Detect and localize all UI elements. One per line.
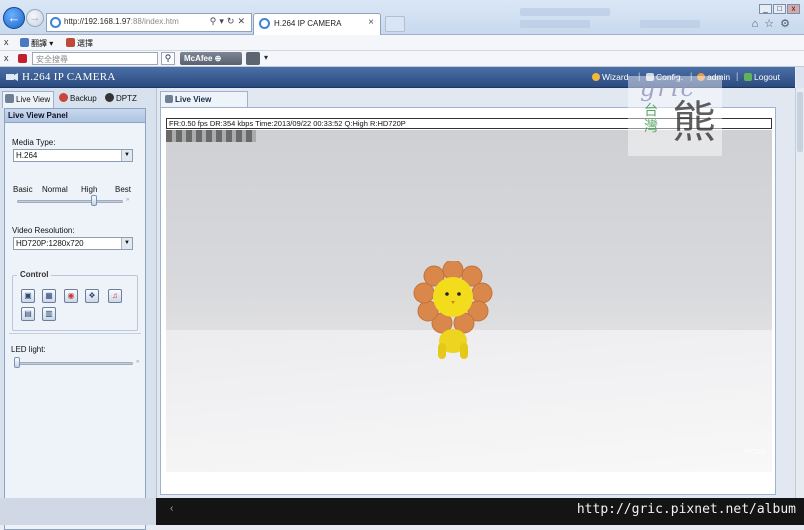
led-light-label: LED light: — [11, 345, 46, 354]
ie-icon — [259, 18, 270, 29]
record-button[interactable]: ◉ — [64, 289, 78, 303]
dptz-icon — [105, 93, 114, 102]
translate-button[interactable]: 翻譯 ▾ — [20, 38, 53, 49]
backup-icon — [59, 93, 68, 102]
close-toolbar-icon[interactable]: x — [4, 37, 9, 47]
tab-live-view-main[interactable]: Live View — [160, 91, 248, 107]
wall-shadow — [166, 130, 256, 142]
mcafee-toolbar: x 安全搜尋 ⚲ McAfee ⊕ ▾ — [0, 51, 804, 67]
resolution-label: Video Resolution: — [12, 226, 75, 235]
settings-gear-icon[interactable]: ⚙ — [780, 18, 796, 30]
snapshot-button[interactable]: ▣ — [21, 289, 35, 303]
browser-tab[interactable]: H.264 IP CAMERA × — [253, 13, 381, 35]
address-controls[interactable]: ⚲▾↻✕ — [210, 16, 248, 27]
quality-slider[interactable] — [17, 200, 123, 203]
quality-label-basic: Basic — [13, 185, 33, 194]
back-button[interactable]: ← — [3, 7, 25, 29]
quality-label-best: Best — [115, 185, 132, 194]
live-view-panel: Live View Panel Media Type: H.264 ▼ Basic… — [4, 108, 146, 530]
chevron-down-icon[interactable]: ▾ — [264, 53, 268, 62]
camera-icon — [165, 95, 173, 103]
forward-button[interactable]: → — [26, 9, 44, 27]
blurred-tab-area — [520, 8, 610, 16]
scrollbar-top-icon — [796, 67, 804, 88]
select-button[interactable]: 選擇 — [66, 38, 93, 49]
window-controls: _ □ x — [758, 2, 800, 14]
quality-label-high: High — [81, 185, 98, 194]
zoom-button[interactable]: ❖ — [85, 289, 99, 303]
divider — [9, 333, 141, 334]
close-toolbar-icon[interactable]: x — [4, 53, 9, 63]
album-url: http://gric.pixnet.net/album — [576, 502, 796, 517]
fullscreen-button[interactable]: ▦ — [42, 289, 56, 303]
scrollbar-thumb[interactable] — [797, 92, 803, 152]
blurred-tab-area — [520, 20, 590, 28]
toy-figure — [413, 261, 493, 359]
tab-close-icon[interactable]: × — [368, 17, 374, 28]
home-icon[interactable]: ⌂ — [752, 18, 765, 30]
blog-watermark-logo: gric 台灣 熊 — [628, 74, 722, 156]
left-tabs: Live View Backup DPTZ — [2, 91, 154, 108]
audio-button[interactable]: ♫ — [108, 289, 122, 303]
tab-title: H.264 IP CAMERA — [274, 19, 342, 28]
address-bar[interactable]: http://192.168.1.97:88/index.htm ⚲▾↻✕ — [46, 13, 252, 32]
chevron-down-icon: ▼ — [121, 150, 132, 161]
logout-icon — [744, 73, 752, 81]
left-bottom-bar — [0, 498, 156, 525]
led-light-slider-thumb[interactable] — [14, 357, 20, 368]
ie-icon — [50, 17, 61, 28]
resolution-select[interactable]: HD720P:1280x720 ▼ — [13, 237, 133, 250]
layout-b-button[interactable]: ▥ — [42, 307, 56, 321]
minimize-button[interactable]: _ — [759, 4, 772, 14]
camera-watermark: IPCAM — [743, 449, 766, 456]
tab-dptz[interactable]: DPTZ — [103, 91, 139, 108]
panel-title: Live View Panel — [5, 109, 145, 123]
viewer-footer — [166, 472, 772, 492]
safe-search-input[interactable]: 安全搜尋 — [32, 52, 158, 65]
camera-icon — [5, 94, 14, 103]
address-url: http://192.168.1.97:88/index.htm — [64, 17, 179, 26]
favorites-star-icon[interactable]: ☆ — [764, 18, 780, 30]
select-icon — [66, 38, 75, 47]
translate-icon — [20, 38, 29, 47]
new-tab-button[interactable] — [385, 16, 405, 32]
left-pane: Live View Backup DPTZ Live View Panel Me… — [0, 88, 156, 530]
media-type-label: Media Type: — [12, 138, 56, 147]
page-scrollbar[interactable] — [795, 67, 804, 498]
led-light-slider[interactable] — [14, 362, 133, 365]
browser-icons: ⌂☆⚙ — [752, 17, 796, 30]
layout-a-button[interactable]: ▤ — [21, 307, 35, 321]
quality-slider-thumb[interactable] — [91, 195, 97, 206]
album-watermark-bar: ‹ http://gric.pixnet.net/album — [156, 498, 804, 525]
slider-end-icon: » — [126, 197, 130, 203]
chevron-down-icon: ▼ — [121, 238, 132, 249]
quality-label-normal: Normal — [42, 185, 68, 194]
divider: | — [736, 71, 739, 81]
maximize-button[interactable]: □ — [773, 4, 786, 14]
wizard-icon — [592, 73, 600, 81]
media-type-select[interactable]: H.264 ▼ — [13, 149, 133, 162]
forward-arrow-icon: → — [29, 12, 41, 24]
mcafee-button[interactable]: McAfee ⊕ — [180, 52, 242, 65]
control-group — [12, 275, 138, 331]
browser-titlebar: ← → http://192.168.1.97:88/index.htm ⚲▾↻… — [0, 0, 804, 35]
camera-logo-icon — [6, 73, 18, 81]
slider-end-icon: » — [136, 359, 140, 365]
tab-live-view[interactable]: Live View — [2, 91, 54, 108]
back-arrow-icon: ← — [7, 10, 21, 25]
video-viewer: FR:0.50 fps DR:354 kbps Time:2013/09/22 … — [160, 107, 776, 495]
blurred-tab-area — [640, 20, 700, 28]
control-label: Control — [17, 270, 52, 279]
mcafee-shield-icon — [18, 54, 27, 63]
tab-backup[interactable]: Backup — [57, 91, 101, 108]
close-window-button[interactable]: x — [787, 4, 800, 14]
toolbar-extra-button[interactable] — [246, 52, 260, 65]
translate-toolbar: x 翻譯 ▾ 選擇 — [0, 35, 804, 51]
search-icon[interactable]: ⚲ — [161, 52, 175, 65]
logout-link[interactable]: Logout — [744, 72, 780, 82]
wizard-link[interactable]: Wizard — [592, 72, 628, 82]
live-video-frame[interactable]: IPCAM — [166, 130, 772, 472]
app-title: H.264 IP CAMERA — [22, 71, 116, 83]
scroll-left-icon[interactable]: ‹ — [170, 503, 173, 514]
